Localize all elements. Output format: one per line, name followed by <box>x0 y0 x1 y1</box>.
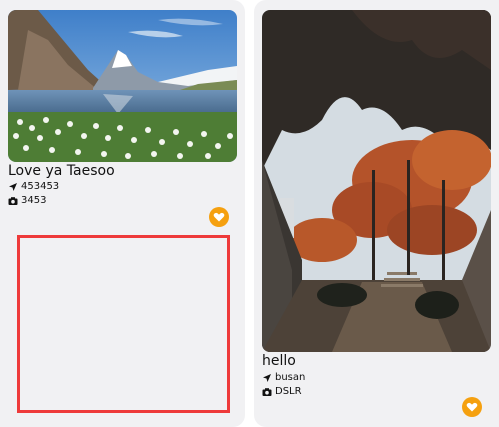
camera-icon <box>8 196 18 206</box>
post-card-1[interactable]: Love ya Taesoo 453453 3453 <box>0 0 245 427</box>
post-camera: DSLR <box>262 386 302 397</box>
like-button[interactable] <box>209 207 229 227</box>
post-location-text: busan <box>275 372 306 383</box>
post-photo-autumn-path[interactable] <box>262 10 491 352</box>
post-location: 453453 <box>8 181 59 192</box>
post-photo-mountain-lake[interactable] <box>8 10 237 162</box>
post-camera-text: 3453 <box>21 195 47 206</box>
post-camera: 3453 <box>8 195 46 206</box>
heart-icon <box>213 211 225 223</box>
post-title: hello <box>262 353 296 369</box>
post-title: Love ya Taesoo <box>8 163 115 179</box>
like-button[interactable] <box>462 397 482 417</box>
heart-icon <box>466 401 478 413</box>
post-location: busan <box>262 372 305 383</box>
location-arrow-icon <box>8 182 18 192</box>
post-location-text: 453453 <box>21 181 60 192</box>
camera-icon <box>262 387 272 397</box>
location-arrow-icon <box>262 373 272 383</box>
post-camera-text: DSLR <box>275 386 302 397</box>
post-card-2[interactable]: hello busan DSLR <box>254 0 499 427</box>
highlight-empty-box <box>17 235 230 413</box>
